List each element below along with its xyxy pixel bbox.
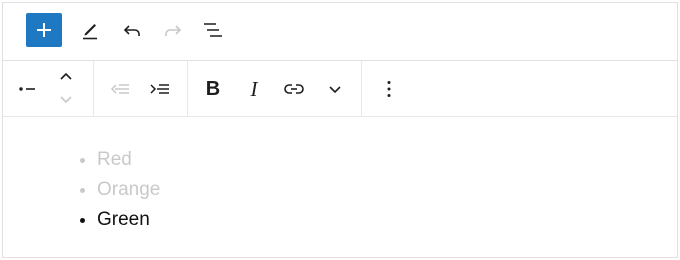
move-down-icon [60,96,72,104]
bullet-icon [80,218,85,223]
bold-icon: B [205,77,221,100]
italic-button[interactable]: I [238,73,270,105]
chevron-down-icon [329,86,341,94]
list-bullet-icon [19,87,35,91]
toolbar-separator [187,61,188,116]
edit-button[interactable] [74,14,106,46]
move-up-icon [60,72,72,80]
outdent-button[interactable] [104,73,136,105]
options-button[interactable] [373,73,405,105]
link-icon [284,84,304,94]
more-options-icon [387,81,391,97]
italic-icon: I [250,76,258,101]
list-item[interactable]: Orange [80,175,161,205]
list-item-text: Green [97,209,150,230]
block-content: Red Orange Green [3,117,677,257]
bullet-icon [80,188,85,193]
indent-button[interactable] [144,73,176,105]
toolbar-separator [93,61,94,116]
list-item-text: Orange [97,179,161,200]
bold-button[interactable]: B [197,73,229,105]
toolbar-separator [361,61,362,116]
editor-frame: B I Red Orange Green [2,2,678,258]
add-block-button[interactable] [26,13,62,47]
link-button[interactable] [278,73,310,105]
block-toolbar: B I [3,61,677,117]
list-view-button[interactable] [197,14,229,46]
block-type-button[interactable] [11,73,43,105]
redo-button[interactable] [157,14,189,46]
outdent-icon [110,84,129,94]
bullet-list[interactable]: Red Orange Green [80,145,161,235]
list-item[interactable]: Red [80,145,160,175]
plus-icon [37,23,51,37]
move-up-button[interactable] [50,65,82,89]
indent-icon [150,84,169,94]
pencil-icon [83,24,97,40]
redo-icon [165,25,182,36]
undo-button[interactable] [116,14,148,46]
undo-icon [123,25,140,36]
list-item-text: Red [97,149,132,170]
list-item[interactable]: Green [80,205,160,235]
more-formatting-button[interactable] [319,73,351,105]
top-toolbar [3,3,677,61]
bullet-icon [80,158,85,163]
list-view-icon [204,23,222,37]
move-down-button[interactable] [50,87,82,111]
